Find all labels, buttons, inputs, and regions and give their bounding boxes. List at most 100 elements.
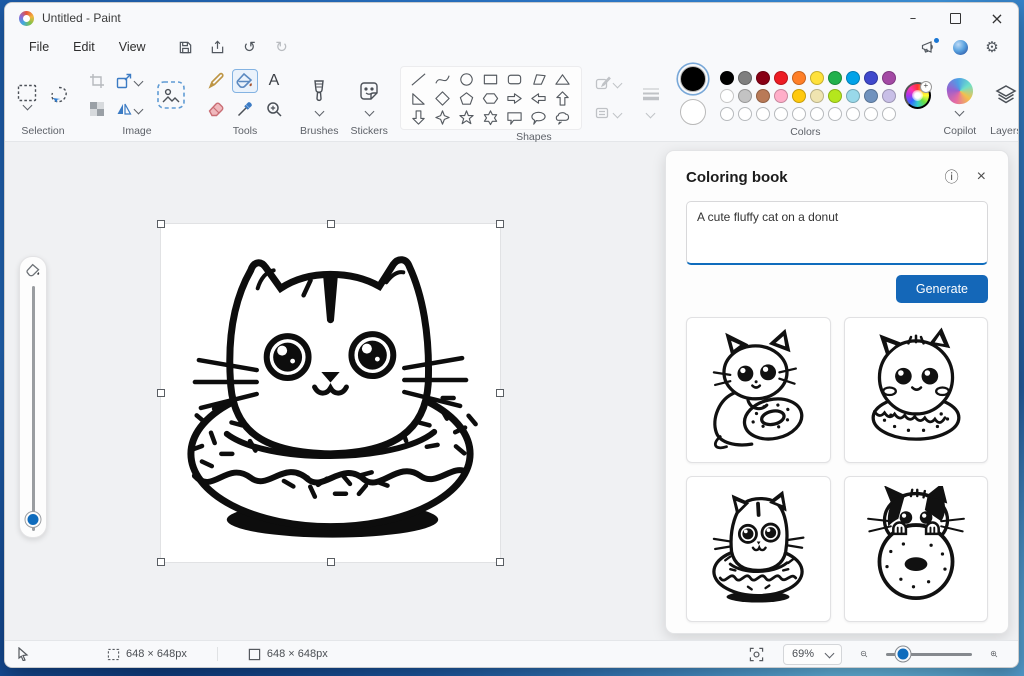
stickers-chevron-icon[interactable]	[364, 106, 374, 116]
palette-color-#7f7f7f[interactable]	[738, 71, 752, 85]
selection-handle-7[interactable]	[327, 558, 335, 566]
shape-four-point-star[interactable]	[432, 109, 454, 126]
layers-button[interactable]	[989, 79, 1019, 111]
palette-empty-slot-4[interactable]	[774, 107, 788, 121]
stroke-size-button[interactable]	[634, 79, 668, 109]
palette-empty-slot-2[interactable]	[738, 107, 752, 121]
palette-empty-slot-1[interactable]	[720, 107, 734, 121]
copilot-ribbon-button[interactable]	[943, 76, 977, 106]
resize-button[interactable]	[112, 69, 146, 93]
palette-color-#880015[interactable]	[756, 71, 770, 85]
freeform-select-button[interactable]	[46, 83, 72, 107]
shape-arrow-down[interactable]	[408, 109, 430, 126]
shape-arrow-left[interactable]	[528, 90, 550, 107]
share-button[interactable]	[204, 36, 232, 58]
copilot-menu-button[interactable]	[946, 36, 974, 58]
prompt-textarea[interactable]: A cute fluffy cat on a donut	[687, 202, 987, 258]
fit-to-window-button[interactable]	[743, 643, 771, 665]
paint-canvas[interactable]	[161, 224, 500, 562]
shape-five-point-star[interactable]	[456, 109, 478, 126]
palette-empty-slot-3[interactable]	[756, 107, 770, 121]
selection-handle-4[interactable]	[157, 389, 165, 397]
shape-rectangle[interactable]	[480, 71, 502, 88]
palette-empty-slot-5[interactable]	[792, 107, 806, 121]
settings-button[interactable]: ⚙	[978, 36, 1006, 58]
palette-empty-slot-9[interactable]	[864, 107, 878, 121]
brushes-button[interactable]	[303, 76, 335, 106]
generated-thumbnail-4[interactable]	[844, 476, 989, 622]
foreground-color-swatch[interactable]	[680, 66, 706, 92]
eraser-tool-button[interactable]	[203, 97, 229, 121]
shape-speech-cloud[interactable]	[552, 109, 574, 126]
close-button[interactable]: ×	[976, 3, 1018, 33]
selection-handle-1[interactable]	[157, 220, 165, 228]
palette-color-#000000[interactable]	[720, 71, 734, 85]
shape-pentagon[interactable]	[456, 90, 478, 107]
palette-color-#efe4b0[interactable]	[810, 89, 824, 103]
zoom-in-button[interactable]	[984, 643, 1004, 665]
zoom-out-button[interactable]	[854, 643, 874, 665]
shape-hexagon[interactable]	[480, 90, 502, 107]
shape-curve[interactable]	[432, 71, 454, 88]
edit-colors-button[interactable]: +	[904, 82, 931, 109]
text-tool-button[interactable]: A	[261, 69, 287, 93]
maximize-button[interactable]	[934, 3, 976, 33]
palette-empty-slot-8[interactable]	[846, 107, 860, 121]
zoom-level-dropdown[interactable]: 69%	[783, 644, 842, 665]
background-color-swatch[interactable]	[680, 99, 706, 125]
shape-arrow-up[interactable]	[552, 90, 574, 107]
palette-color-#c8bfe7[interactable]	[882, 89, 896, 103]
selection-handle-5[interactable]	[496, 389, 504, 397]
panel-info-button[interactable]: ⓘ	[943, 168, 961, 186]
brushes-chevron-icon[interactable]	[314, 106, 324, 116]
canvas-workspace[interactable]: Coloring book ⓘ × A cute fluffy cat on a…	[5, 142, 1018, 640]
fill-tool-button[interactable]	[232, 69, 258, 93]
palette-color-#a349a4[interactable]	[882, 71, 896, 85]
shape-line[interactable]	[408, 71, 430, 88]
menu-edit[interactable]: Edit	[61, 37, 107, 57]
shape-triangle[interactable]	[552, 71, 574, 88]
shape-ellipse[interactable]	[456, 71, 478, 88]
palette-color-#ffe13b[interactable]	[810, 71, 824, 85]
zoom-slider-thumb[interactable]	[896, 647, 911, 662]
stickers-button[interactable]	[353, 76, 385, 106]
shape-right-triangle[interactable]	[408, 90, 430, 107]
palette-empty-slot-10[interactable]	[882, 107, 896, 121]
generated-thumbnail-1[interactable]	[686, 317, 831, 463]
shape-arrow-right[interactable]	[504, 90, 526, 107]
size-slider-track[interactable]	[32, 286, 35, 531]
flip-rotate-button[interactable]	[112, 97, 146, 121]
save-button[interactable]	[172, 36, 200, 58]
generated-thumbnail-2[interactable]	[844, 317, 989, 463]
palette-color-#3f48cc[interactable]	[864, 71, 878, 85]
selection-handle-6[interactable]	[157, 558, 165, 566]
remove-background-button[interactable]	[152, 76, 190, 114]
selection-handle-8[interactable]	[496, 558, 504, 566]
color-picker-tool-button[interactable]	[232, 97, 258, 121]
palette-color-#99d9ea[interactable]	[846, 89, 860, 103]
palette-color-#ff7f27[interactable]	[792, 71, 806, 85]
palette-color-#22b14c[interactable]	[828, 71, 842, 85]
shape-heart[interactable]	[408, 128, 430, 130]
palette-color-#ffffff[interactable]	[720, 89, 734, 103]
shape-speech-rectangle[interactable]	[504, 109, 526, 126]
shape-six-point-star[interactable]	[480, 109, 502, 126]
selection-handle-3[interactable]	[496, 220, 504, 228]
shape-outline-button[interactable]	[590, 71, 626, 95]
redo-button[interactable]: ↻	[268, 36, 296, 58]
generated-thumbnail-3[interactable]	[686, 476, 831, 622]
palette-color-#ffaec9[interactable]	[774, 89, 788, 103]
panel-close-button[interactable]: ×	[975, 167, 988, 187]
zoom-slider[interactable]	[886, 653, 972, 656]
palette-empty-slot-6[interactable]	[810, 107, 824, 121]
crop-button[interactable]	[84, 69, 110, 93]
palette-color-#b5e61d[interactable]	[828, 89, 842, 103]
feedback-button[interactable]	[914, 36, 942, 58]
minimize-button[interactable]: –	[892, 3, 934, 33]
generate-button[interactable]: Generate	[896, 275, 988, 303]
menu-file[interactable]: File	[17, 37, 61, 57]
palette-color-#ed1c24[interactable]	[774, 71, 788, 85]
palette-color-#c3c3c3[interactable]	[738, 89, 752, 103]
selection-handle-2[interactable]	[327, 220, 335, 228]
undo-button[interactable]: ↺	[236, 36, 264, 58]
